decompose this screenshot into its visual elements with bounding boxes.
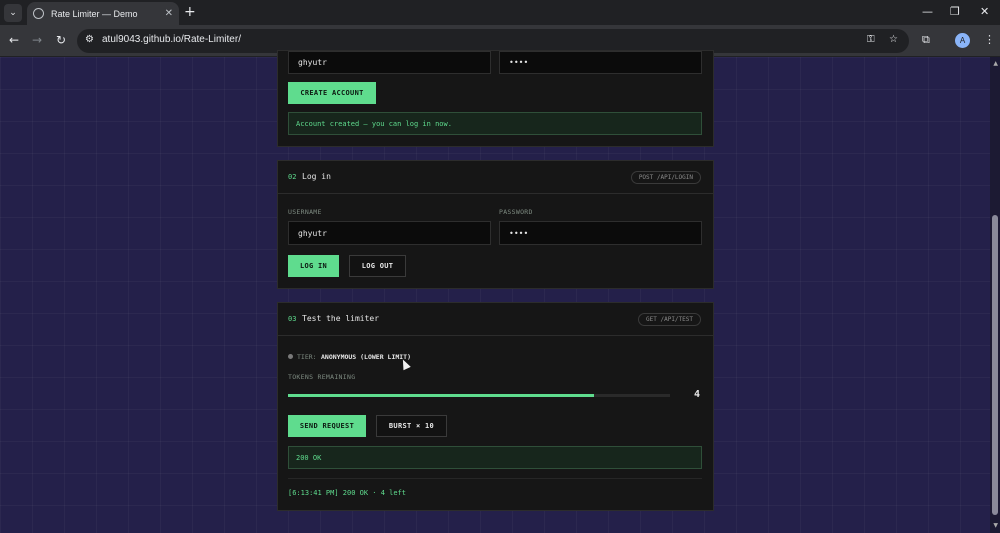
browser-tabstrip: ⌄ Rate Limiter — Demo ✕ + — ❐ ✕ [0, 0, 1000, 25]
tab-search-button[interactable]: ⌄ [4, 4, 22, 22]
minimize-button[interactable]: — [922, 4, 933, 20]
signup-card: ghyutr •••• CREATE ACCOUNT Account creat… [277, 50, 714, 147]
globe-icon [33, 8, 44, 19]
log-divider [288, 478, 702, 479]
site-settings-icon[interactable]: ⚙ [85, 34, 94, 45]
scrollbar-thumb[interactable] [992, 215, 998, 515]
new-tab-button[interactable]: + [184, 4, 196, 20]
tokens-remaining-label: TOKENS REMAINING [288, 373, 356, 381]
window-close-button[interactable]: ✕ [980, 4, 989, 20]
tier-value: ANONYMOUS (LOWER LIMIT) [321, 353, 412, 361]
login-button[interactable]: LOG IN [288, 255, 339, 277]
profile-avatar[interactable]: A [955, 33, 970, 48]
password-key-icon[interactable]: ⚿ [867, 34, 875, 45]
browser-tab[interactable]: Rate Limiter — Demo ✕ [27, 2, 179, 25]
limiter-card-title: Test the limiter [302, 314, 380, 323]
login-card-title: Log in [302, 172, 331, 181]
browser-menu-icon[interactable]: ⋮ [984, 33, 995, 46]
login-username-label: USERNAME [288, 208, 322, 216]
tier-label: TIER: [297, 353, 317, 361]
request-log-line: [6:13:41 PM] 200 OK · 4 left [288, 489, 407, 497]
signup-username-field[interactable]: ghyutr [288, 51, 491, 74]
tier-status-dot [288, 354, 293, 359]
tab-close-icon[interactable]: ✕ [165, 8, 173, 19]
login-step-number: 02 [288, 173, 297, 181]
login-endpoint-badge: POST /API/LOGIN [630, 171, 701, 184]
limiter-card: 03 Test the limiter GET /API/TEST TIER: … [277, 302, 714, 511]
scroll-down-arrow-icon[interactable]: ▼ [993, 522, 998, 529]
login-card: 02 Log in POST /API/LOGIN USERNAME PASSW… [277, 160, 714, 289]
login-password-field[interactable]: •••• [499, 221, 702, 245]
burst-button[interactable]: BURST × 10 [376, 415, 447, 437]
address-url[interactable]: atul9043.github.io/Rate-Limiter/ [102, 34, 241, 45]
signup-password-field[interactable]: •••• [499, 51, 702, 74]
signup-success-message: Account created — you can log in now. [288, 112, 702, 135]
logout-button[interactable]: LOG OUT [349, 255, 406, 277]
bookmark-star-icon[interactable]: ☆ [889, 34, 898, 45]
extensions-icon[interactable]: ⧉ [922, 33, 930, 47]
login-password-label: PASSWORD [499, 208, 533, 216]
response-status-box: 200 OK [288, 446, 702, 469]
forward-arrow-icon[interactable]: → [32, 33, 42, 47]
limiter-endpoint-badge: GET /API/TEST [638, 313, 701, 326]
back-arrow-icon[interactable]: ← [9, 33, 19, 47]
login-card-header: 02 Log in POST /API/LOGIN [278, 161, 713, 194]
tokens-remaining-count: 4 [694, 389, 701, 400]
limiter-step-number: 03 [288, 315, 297, 323]
reload-icon[interactable]: ↻ [56, 33, 66, 47]
tab-title: Rate Limiter — Demo [51, 8, 138, 19]
limiter-card-header: 03 Test the limiter GET /API/TEST [278, 303, 713, 336]
send-request-button[interactable]: SEND REQUEST [288, 415, 366, 437]
create-account-button[interactable]: CREATE ACCOUNT [288, 82, 376, 104]
tokens-progress-bar [288, 394, 670, 397]
tokens-progress-fill [288, 394, 594, 397]
login-username-field[interactable]: ghyutr [288, 221, 491, 245]
restore-button[interactable]: ❐ [950, 4, 960, 20]
scroll-up-arrow-icon[interactable]: ▲ [993, 60, 998, 67]
